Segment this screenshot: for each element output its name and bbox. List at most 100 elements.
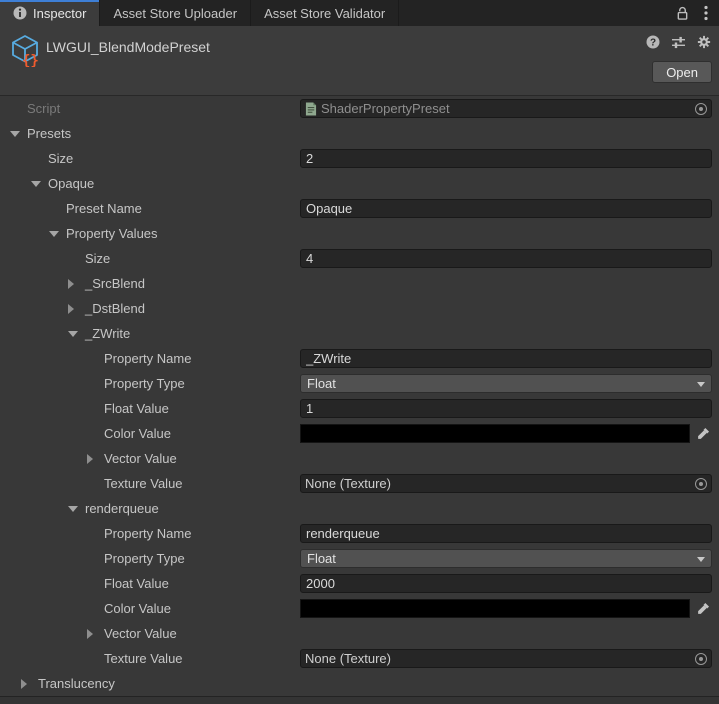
eyedropper-icon[interactable] [695,602,712,615]
indent-spacer [0,608,87,609]
property-label[interactable]: Translucency [38,676,115,691]
property-type-dropdown[interactable]: Float [300,374,712,393]
settings-gear-icon[interactable] [697,35,711,49]
property-label[interactable]: Opaque [48,176,94,191]
info-icon [13,6,27,20]
triangle-glyph [68,304,74,314]
row-label-area: Texture Value [0,651,300,666]
property-label[interactable]: Vector Value [104,626,177,641]
indent-spacer [0,183,31,184]
foldout-closed-icon[interactable] [68,304,85,314]
property-label: Size [85,251,110,266]
row-float-value: Float Value [0,396,719,421]
script-asset-icon [305,102,317,116]
row-label-area: Vector Value [0,451,300,466]
property-label[interactable]: _SrcBlend [85,276,145,291]
tab-asset-store-validator[interactable]: Asset Store Validator [251,0,399,26]
texture-value-object-field[interactable]: None (Texture) [300,649,712,668]
row-texture-value: Texture Value None (Texture) [0,646,719,671]
tab-bar-icons [676,0,719,26]
foldout-closed-icon[interactable] [87,454,104,464]
row-color-value: Color Value [0,421,719,446]
row-property-name: Property Name [0,346,719,371]
inspector-header: {} LWGUI_BlendModePreset ? Open [0,26,719,96]
foldout-closed-icon[interactable] [21,679,38,689]
triangle-glyph [87,454,93,464]
float-value-input[interactable] [300,399,712,418]
foldout-closed-icon[interactable] [68,279,85,289]
eyedropper-icon[interactable] [695,427,712,440]
foldout-open-icon[interactable] [49,231,66,237]
open-button[interactable]: Open [652,61,712,83]
row-label-area: Property Name [0,526,300,541]
indent-spacer [0,333,68,334]
foldout-open-icon[interactable] [31,181,48,187]
tab-asset-store-uploader[interactable]: Asset Store Uploader [100,0,251,26]
tab-bar-spacer [399,0,676,26]
object-picker-icon[interactable] [695,103,707,115]
row-label-area: Float Value [0,401,300,416]
property-label: Texture Value [104,651,183,666]
row-label-area: _ZWrite [0,326,300,341]
row-texture-value: Texture ValueNone (Texture) [0,471,719,496]
color-swatch[interactable] [300,424,690,443]
indent-spacer [0,558,87,559]
indent-spacer [0,508,68,509]
help-icon[interactable]: ? [646,35,660,49]
triangle-glyph [87,629,93,639]
triangle-glyph [10,131,20,137]
indent-spacer [0,308,68,309]
property-label[interactable]: Presets [27,126,71,141]
triangle-glyph [31,181,41,187]
kebab-menu-button[interactable] [704,5,708,21]
row-label-area: Presets [0,126,300,141]
size-input[interactable] [300,149,712,168]
row-label-area: renderqueue [0,501,300,516]
object-field-value: ShaderPropertyPreset [321,101,691,116]
indent-spacer [0,433,87,434]
tab-inspector[interactable]: Inspector [0,0,100,26]
row-label-area: Texture Value [0,476,300,491]
property-name-input[interactable] [300,349,712,368]
property-label[interactable]: _DstBlend [85,301,145,316]
property-name-input[interactable] [300,524,712,543]
property-label[interactable]: _ZWrite [85,326,130,341]
property-label[interactable]: Vector Value [104,451,177,466]
row-label-area: Translucency [0,676,300,691]
row-label-area: Color Value [0,426,300,441]
property-type-dropdown[interactable]: Float [300,549,712,568]
foldout-open-icon[interactable] [68,506,85,512]
row-label-area: Vector Value [0,626,300,641]
row-label-area: Size [0,251,300,266]
property-label[interactable]: Property Values [66,226,158,241]
row-color-value: Color Value [0,596,719,621]
property-label: Preset Name [66,201,142,216]
chevron-down-icon [697,557,705,562]
preset-name-input[interactable] [300,199,712,218]
triangle-glyph [68,331,78,337]
row-field-area [300,574,712,593]
indent-spacer [0,458,87,459]
presets-icon[interactable] [671,36,686,49]
row-label-area: Size [0,151,300,166]
foldout-open-icon[interactable] [68,331,85,337]
property-label[interactable]: renderqueue [85,501,159,516]
row-opaque: Opaque [0,171,719,196]
tab-label: Asset Store Validator [264,6,385,21]
indent-spacer [0,258,68,259]
color-swatch[interactable] [300,599,690,618]
texture-value-object-field[interactable]: None (Texture) [300,474,712,493]
inspector-body: ScriptShaderPropertyPresetPresetsSizeOpa… [0,96,719,696]
tab-bar-tabs: InspectorAsset Store Uploader Asset Store… [0,0,399,26]
float-value-input[interactable] [300,574,712,593]
size-input[interactable] [300,249,712,268]
script-object-field[interactable]: ShaderPropertyPreset [300,99,712,118]
property-label: Property Name [104,351,191,366]
object-picker-icon[interactable] [695,478,707,490]
lock-button[interactable] [676,6,689,21]
asset-title: LWGUI_BlendModePreset [46,39,210,55]
foldout-open-icon[interactable] [10,131,27,137]
object-picker-icon[interactable] [695,653,707,665]
foldout-closed-icon[interactable] [87,629,104,639]
indent-spacer [0,358,87,359]
